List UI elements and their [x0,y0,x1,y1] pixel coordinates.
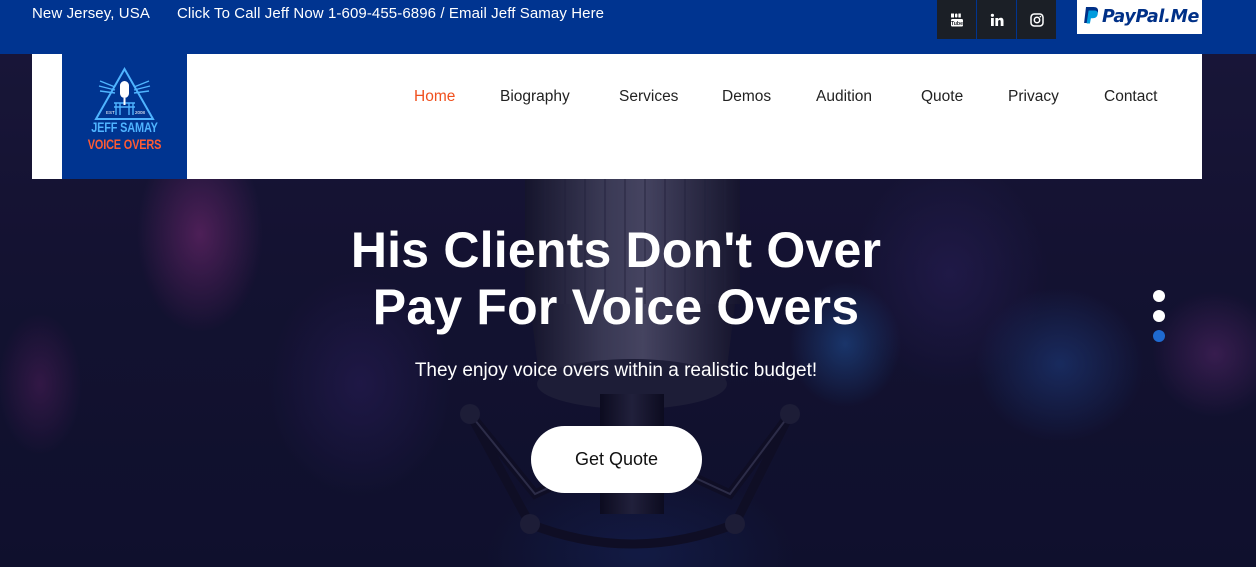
slider-dot-2[interactable] [1153,310,1165,322]
instagram-link[interactable] [1017,0,1056,39]
top-bar: New Jersey, USA Click To Call Jeff Now 1… [0,0,1256,54]
location-text: New Jersey, USA [32,5,150,22]
hero-title: His Clients Don't Over Pay For Voice Ove… [300,222,932,336]
nav-audition[interactable]: Audition [816,87,872,107]
main-navbar: EST 2008 JEFF SAMAY VOICE OVERS Home Bio… [32,54,1202,179]
nav-demos[interactable]: Demos [722,87,771,107]
linkedin-link[interactable] [977,0,1016,39]
logo-line-name: JEFF SAMAY [91,119,158,135]
youtube-icon: Tube [950,13,964,27]
paypal-me-link[interactable]: PayPal.Me [1077,0,1202,34]
site-logo[interactable]: EST 2008 JEFF SAMAY VOICE OVERS [62,54,187,179]
nav-biography[interactable]: Biography [500,87,570,107]
nav-home[interactable]: Home [414,87,455,107]
nav-quote[interactable]: Quote [921,87,963,107]
slider-dot-3-active[interactable] [1153,330,1165,342]
linkedin-icon [990,13,1004,27]
hero-title-line-1: His Clients Don't Over [350,222,882,278]
svg-text:Tube: Tube [950,21,962,27]
nav-services[interactable]: Services [619,87,678,107]
svg-text:2008: 2008 [135,110,146,115]
youtube-link[interactable]: Tube [937,0,976,39]
logo-line-voice-overs: VOICE OVERS [87,136,162,152]
slider-dot-1[interactable] [1153,290,1165,302]
call-email-link[interactable]: Click To Call Jeff Now 1-609-455-6896 / … [177,5,604,23]
svg-text:EST: EST [106,110,115,115]
nav-contact[interactable]: Contact [1104,87,1157,107]
paypal-icon [1080,6,1100,28]
microphone-logo-icon: EST 2008 [94,67,155,120]
hero-title-line-2: Pay For Voice Overs [372,279,860,335]
hero-subtitle: They enjoy voice overs within a realisti… [414,360,818,381]
paypal-me-label: PayPal.Me [1102,7,1200,27]
instagram-icon [1029,12,1044,27]
nav-privacy[interactable]: Privacy [1008,87,1059,107]
get-quote-button[interactable]: Get Quote [531,426,702,493]
